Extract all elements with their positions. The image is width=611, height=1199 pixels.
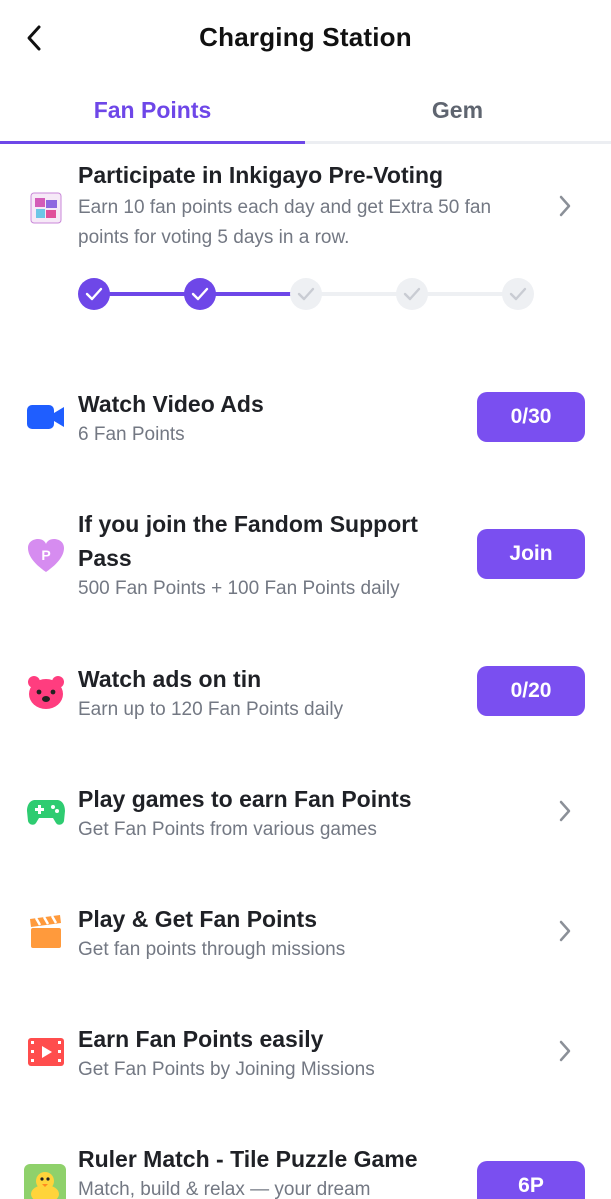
mission-title-line1: If you join the Fandom Support [78,511,418,537]
ruler-match-points-button[interactable]: 6P [477,1161,585,1199]
play-get-chevron-button[interactable] [552,916,578,946]
gamepad-icon [26,792,66,832]
progress-step-completed [78,278,110,310]
check-icon [403,287,421,301]
mission-watch-video-ads: Watch Video Ads 6 Fan Points 0/30 [0,385,611,455]
join-button[interactable]: Join [477,529,585,579]
mission-play-games[interactable]: Play games to earn Fan Points Get Fan Po… [0,780,611,850]
mission-fandom-support-pass: P If you join the Fandom Support Pass 50… [0,505,611,605]
mission-earn-easily[interactable]: Earn Fan Points easily Get Fan Points by… [0,1020,611,1090]
voting-chevron-button[interactable] [552,191,578,221]
voting-title: Participate in Inkigayo Pre-Voting [78,162,444,188]
check-icon [509,287,527,301]
check-icon [85,287,103,301]
clapperboard-icon [26,912,66,952]
mission-title: Watch Video Ads [78,391,264,417]
mission-title: Earn Fan Points easily [78,1026,324,1052]
voting-progress [78,278,534,310]
tab-bar: Fan Points Gem [0,80,611,144]
mission-ruler-match: Ruler Match - Tile Puzzle Game Match, bu… [0,1140,611,1199]
mission-subtitle: Get Fan Points from various games [78,819,377,840]
progress-step-pending [396,278,428,310]
video-ads-count-button[interactable]: 0/30 [477,392,585,442]
header: Charging Station [0,0,611,76]
chevron-right-icon [559,1040,571,1062]
video-play-icon [26,1032,66,1072]
duck-game-icon [24,1164,66,1199]
tab-fan-points[interactable]: Fan Points [0,80,305,141]
tin-ads-count-button[interactable]: 0/20 [477,666,585,716]
heart-pass-icon: P [26,536,66,576]
tab-gem[interactable]: Gem [305,80,610,141]
bear-icon [26,672,66,712]
progress-step-completed [184,278,216,310]
mission-play-and-get[interactable]: Play & Get Fan Points Get fan points thr… [0,900,611,970]
play-games-chevron-button[interactable] [552,796,578,826]
mission-subtitle: Match, build & relax — your dream [78,1179,371,1199]
mission-subtitle: 6 Fan Points [78,424,185,445]
earn-easily-chevron-button[interactable] [552,1036,578,1066]
progress-step-pending [290,278,322,310]
inkigayo-logo-icon [26,188,66,228]
mission-subtitle: 500 Fan Points + 100 Fan Points daily [78,578,400,599]
mission-subtitle: Earn up to 120 Fan Points daily [78,699,344,720]
active-tab-indicator [0,141,305,144]
check-icon [191,287,209,301]
chevron-right-icon [559,920,571,942]
mission-watch-ads-on-tin: Watch ads on tin Earn up to 120 Fan Poin… [0,660,611,730]
mission-title: Ruler Match - Tile Puzzle Game [78,1146,418,1172]
progress-step-pending [502,278,534,310]
svg-text:P: P [41,547,50,563]
page-title: Charging Station [199,22,412,52]
mission-title: Play games to earn Fan Points [78,786,412,812]
mission-title: Play & Get Fan Points [78,906,317,932]
voting-subtitle-line2: points for voting 5 days in a row. [78,227,350,248]
check-icon [297,287,315,301]
mission-subtitle: Get fan points through missions [78,939,346,960]
chevron-right-icon [559,195,571,217]
mission-subtitle: Get Fan Points by Joining Missions [78,1059,375,1080]
mission-title: Watch ads on tin [78,666,262,692]
voting-subtitle-line1: Earn 10 fan points each day and get Extr… [78,197,492,218]
chevron-right-icon [559,800,571,822]
video-camera-icon [26,397,66,437]
mission-title-line2: Pass [78,545,132,571]
